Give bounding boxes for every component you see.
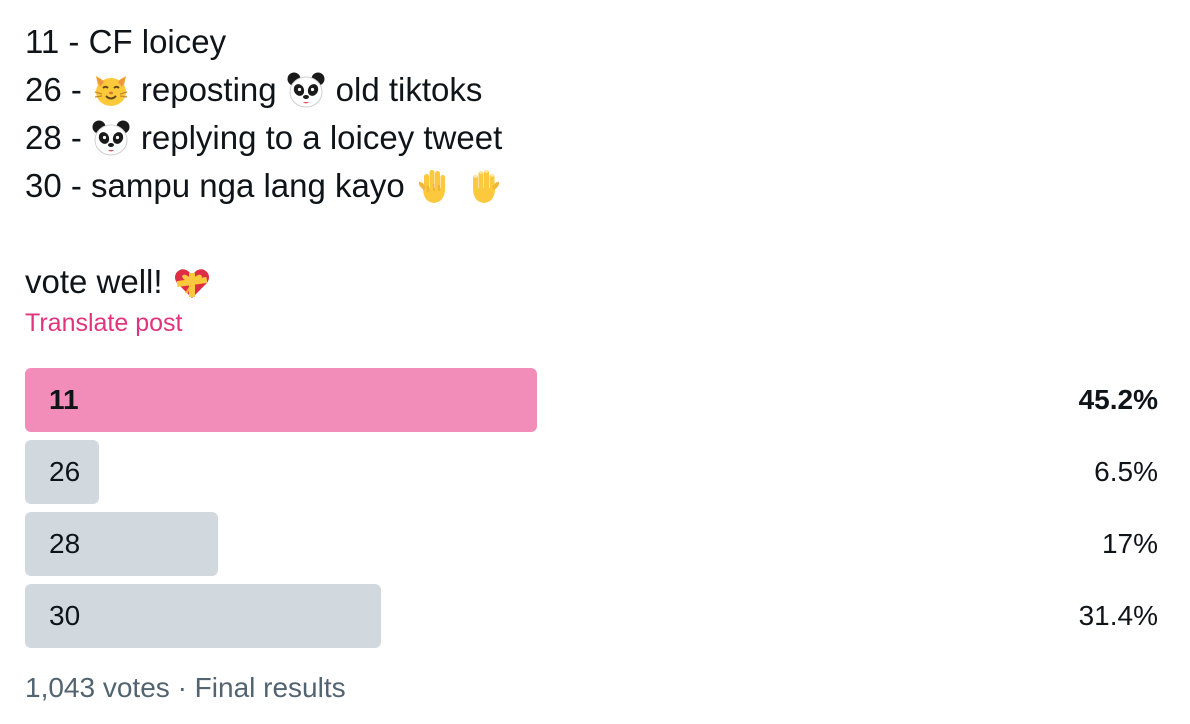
post-line-2-prefix: 26 - bbox=[25, 71, 82, 108]
poll-option-label: 28 bbox=[49, 528, 81, 559]
post-line-2: 26 - reposting old tiktoks bbox=[25, 66, 1165, 114]
post-line-2-suffix: old tiktoks bbox=[335, 71, 483, 108]
poll-option-30: 30 31.4% bbox=[25, 584, 1158, 648]
post-line-5-text: vote well! bbox=[25, 263, 163, 300]
poll-vote-count: 1,043 votes bbox=[25, 672, 170, 703]
post-line-4-text: 30 - sampu nga lang kayo bbox=[25, 167, 405, 204]
post-line-1: 11 - CF loicey bbox=[25, 18, 1165, 66]
panda-face-icon bbox=[91, 118, 131, 158]
post-line-3-suffix: replying to a loicey tweet bbox=[140, 119, 503, 156]
poll-option-11: 11 45.2% bbox=[25, 368, 1158, 432]
raised-hand-icon bbox=[414, 166, 454, 206]
raised-back-of-hand-icon bbox=[464, 166, 504, 206]
poll-option-label: 26 bbox=[49, 456, 81, 487]
poll-option-percent: 45.2% bbox=[1078, 384, 1158, 415]
post-line-3-prefix: 28 - bbox=[25, 119, 82, 156]
post-line-3: 28 - replying to a loicey tweet bbox=[25, 114, 1165, 162]
poll-option-percent: 31.4% bbox=[1078, 600, 1158, 631]
poll-option-percent: 17% bbox=[1101, 528, 1158, 559]
heart-with-ribbon-icon bbox=[172, 262, 212, 302]
poll-option-percent: 6.5% bbox=[1094, 456, 1158, 487]
post-line-4: 30 - sampu nga lang kayo bbox=[25, 162, 1165, 210]
post-line-1-text: 11 - CF loicey bbox=[25, 23, 227, 60]
poll-footer-separator: · bbox=[177, 672, 187, 703]
poll-option-label: 11 bbox=[49, 384, 79, 415]
panda-face-icon bbox=[286, 70, 326, 110]
poll-status: Final results bbox=[194, 672, 346, 703]
poll-footer: 1,043 votes · Final results bbox=[25, 672, 346, 704]
cat-face-icon bbox=[91, 70, 131, 110]
poll-option-label: 30 bbox=[49, 600, 81, 631]
post-line-2-middle: reposting bbox=[140, 71, 277, 108]
post-line-5: vote well! bbox=[25, 258, 1165, 306]
post-text: 11 - CF loicey 26 - reposting old tiktok… bbox=[25, 18, 1165, 306]
poll-option-28: 28 17% bbox=[25, 512, 1158, 576]
poll-option-26: 26 6.5% bbox=[25, 440, 1158, 504]
translate-post-link[interactable]: Translate post bbox=[25, 309, 182, 338]
poll-bar bbox=[25, 368, 537, 432]
